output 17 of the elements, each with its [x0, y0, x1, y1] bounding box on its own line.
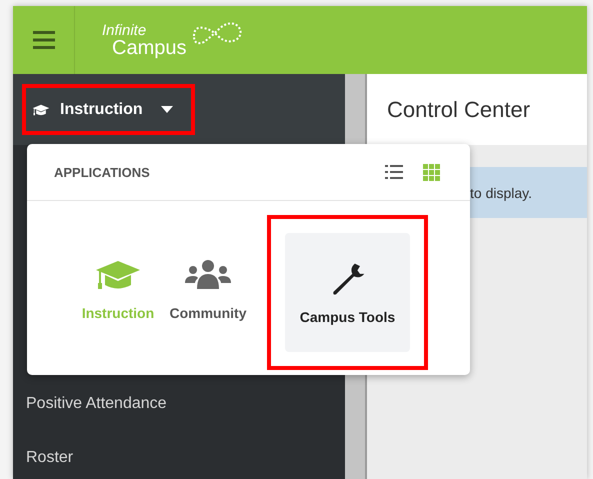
- app-tile[interactable]: Campus Tools: [285, 233, 410, 352]
- caret-icon: [160, 106, 173, 113]
- list-icon: [385, 165, 403, 179]
- graduation-cap-icon: [32, 102, 50, 116]
- app-switcher[interactable]: Instruction: [22, 84, 195, 135]
- logo-text: Campus: [111, 38, 186, 58]
- logo-text: Infinite: [102, 22, 148, 38]
- menu-button[interactable]: [32, 31, 54, 49]
- sidebar-item[interactable]: Roster: [26, 446, 345, 470]
- list-view-button[interactable]: [383, 163, 405, 181]
- popup-title: APPLICATIONS: [54, 164, 151, 180]
- sidebar-item[interactable]: Positive Attendance: [26, 392, 345, 416]
- menu-icon: [32, 31, 54, 49]
- grid-view-button[interactable]: [421, 162, 442, 182]
- page-title: Control Center: [367, 74, 587, 145]
- grid-icon: [423, 164, 440, 180]
- app-tile[interactable]: Community: [163, 229, 253, 348]
